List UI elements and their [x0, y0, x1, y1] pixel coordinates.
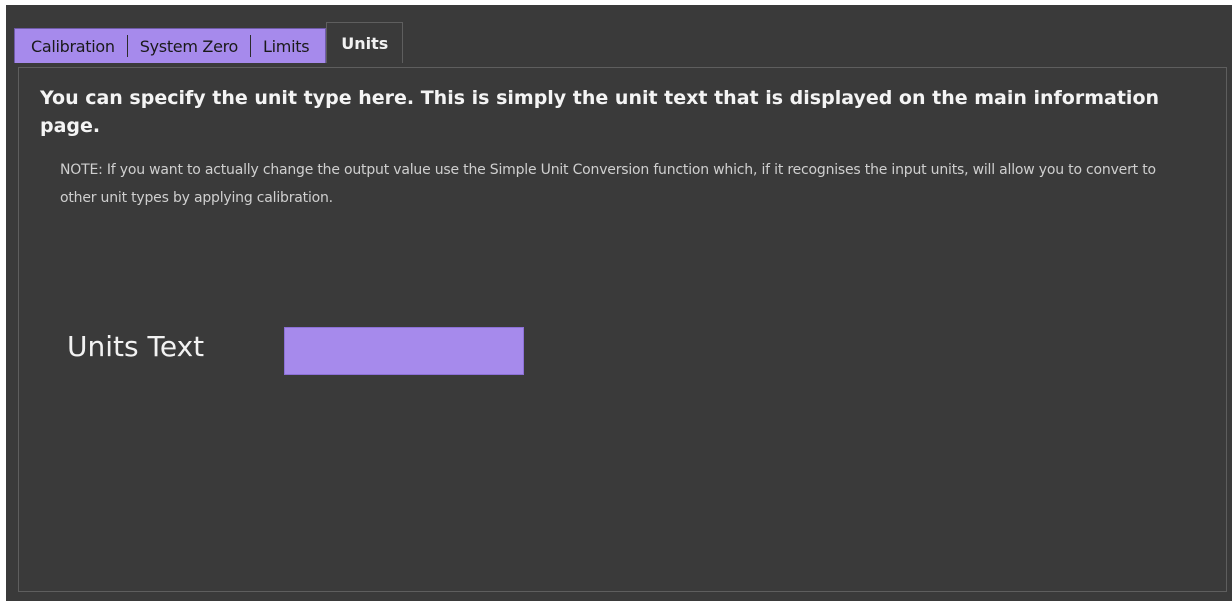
- tab-limits[interactable]: Limits: [251, 37, 321, 56]
- units-text-input[interactable]: [284, 327, 524, 375]
- units-text-label: Units Text: [67, 330, 205, 363]
- panel-note: NOTE: If you want to actually change the…: [60, 162, 1156, 206]
- panel-headline: You can specify the unit type here. This…: [40, 87, 1160, 137]
- tab-strip: Calibration System Zero Limits Units: [14, 22, 404, 63]
- inactive-tab-group: Calibration System Zero Limits: [14, 28, 327, 63]
- tab-calibration[interactable]: Calibration: [19, 37, 127, 56]
- tab-units[interactable]: Units: [326, 22, 404, 63]
- tab-system-zero[interactable]: System Zero: [128, 37, 250, 56]
